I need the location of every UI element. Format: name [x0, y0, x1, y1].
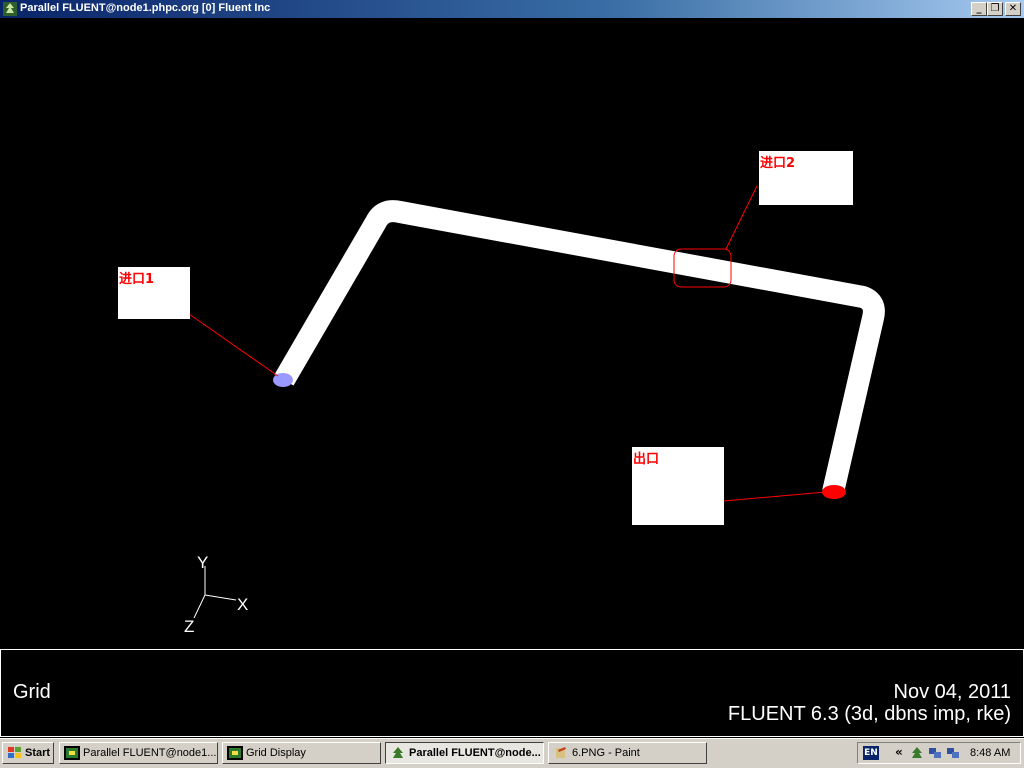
taskbar: Start Parallel FLUENT@node1.... Grid Dis…	[0, 738, 1024, 768]
x-axis-line	[204, 594, 237, 601]
x-axis-label: X	[237, 595, 248, 614]
fluent-icon	[227, 746, 243, 760]
paint-icon	[556, 747, 566, 758]
outlet-label: 出口	[633, 452, 660, 467]
inlet2-leader	[725, 185, 758, 250]
network-icon[interactable]	[928, 746, 942, 760]
tray-expand-chevron[interactable]: «	[895, 745, 903, 759]
fluent-app-icon	[3, 2, 17, 16]
taskbar-item-grid-display[interactable]: Grid Display	[222, 742, 381, 764]
tray-app-icon[interactable]	[910, 746, 924, 760]
windows-logo-icon	[8, 747, 21, 758]
solver-version: FLUENT 6.3 (3d, dbns imp, rke)	[727, 703, 1011, 725]
display-date: Nov 04, 2011	[893, 681, 1012, 703]
restore-button[interactable]: ❐	[987, 2, 1003, 16]
taskbar-item-label: 6.PNG - Paint	[572, 747, 640, 759]
minimize-button[interactable]: _	[971, 2, 987, 16]
taskbar-item-label: Parallel FLUENT@node...	[409, 747, 541, 759]
fluent-icon	[64, 746, 80, 760]
outlet-label-box: 出口	[632, 447, 724, 525]
display-name: Grid	[13, 681, 51, 703]
outlet-leader	[723, 491, 827, 502]
close-button[interactable]: ✕	[1005, 2, 1021, 16]
network-icon[interactable]	[946, 746, 960, 760]
inlet1-label-box: 进口1	[118, 267, 190, 319]
info-bar: Grid Nov 04, 2011 FLUENT 6.3 (3d, dbns i…	[0, 649, 1024, 737]
taskbar-item-fluent-console[interactable]: Parallel FLUENT@node1....	[59, 742, 218, 764]
z-axis-line	[193, 594, 206, 619]
inlet1-label: 进口1	[119, 272, 155, 287]
window-title: Parallel FLUENT@node1.phpc.org [0] Fluen…	[20, 2, 271, 14]
clock[interactable]: 8:48 AM	[970, 747, 1010, 759]
taskbar-item-label: Grid Display	[246, 747, 306, 759]
z-axis-label: Z	[184, 617, 194, 636]
start-label: Start	[25, 747, 51, 759]
taskbar-item-label: Parallel FLUENT@node1....	[83, 747, 218, 759]
graphics-viewport[interactable]: Y X Z 进口1 进口2 出口	[0, 18, 1024, 648]
taskbar-item-fluent-main[interactable]: Parallel FLUENT@node...	[385, 742, 544, 764]
y-axis-label: Y	[197, 553, 208, 572]
fluent-tree-icon	[393, 747, 403, 758]
language-indicator[interactable]: EN	[863, 746, 879, 760]
inlet2-label-box: 进口2	[759, 151, 853, 205]
title-bar[interactable]: Parallel FLUENT@node1.phpc.org [0] Fluen…	[0, 0, 1024, 18]
inlet1-leader	[188, 313, 279, 377]
taskbar-item-paint[interactable]: 6.PNG - Paint	[548, 742, 707, 764]
inlet2-label: 进口2	[760, 156, 796, 171]
pipe-geometry: Y X Z	[184, 185, 885, 636]
pipe-body	[274, 200, 885, 495]
start-button[interactable]: Start	[2, 742, 54, 764]
system-tray: EN « 8:48 AM	[857, 742, 1021, 764]
